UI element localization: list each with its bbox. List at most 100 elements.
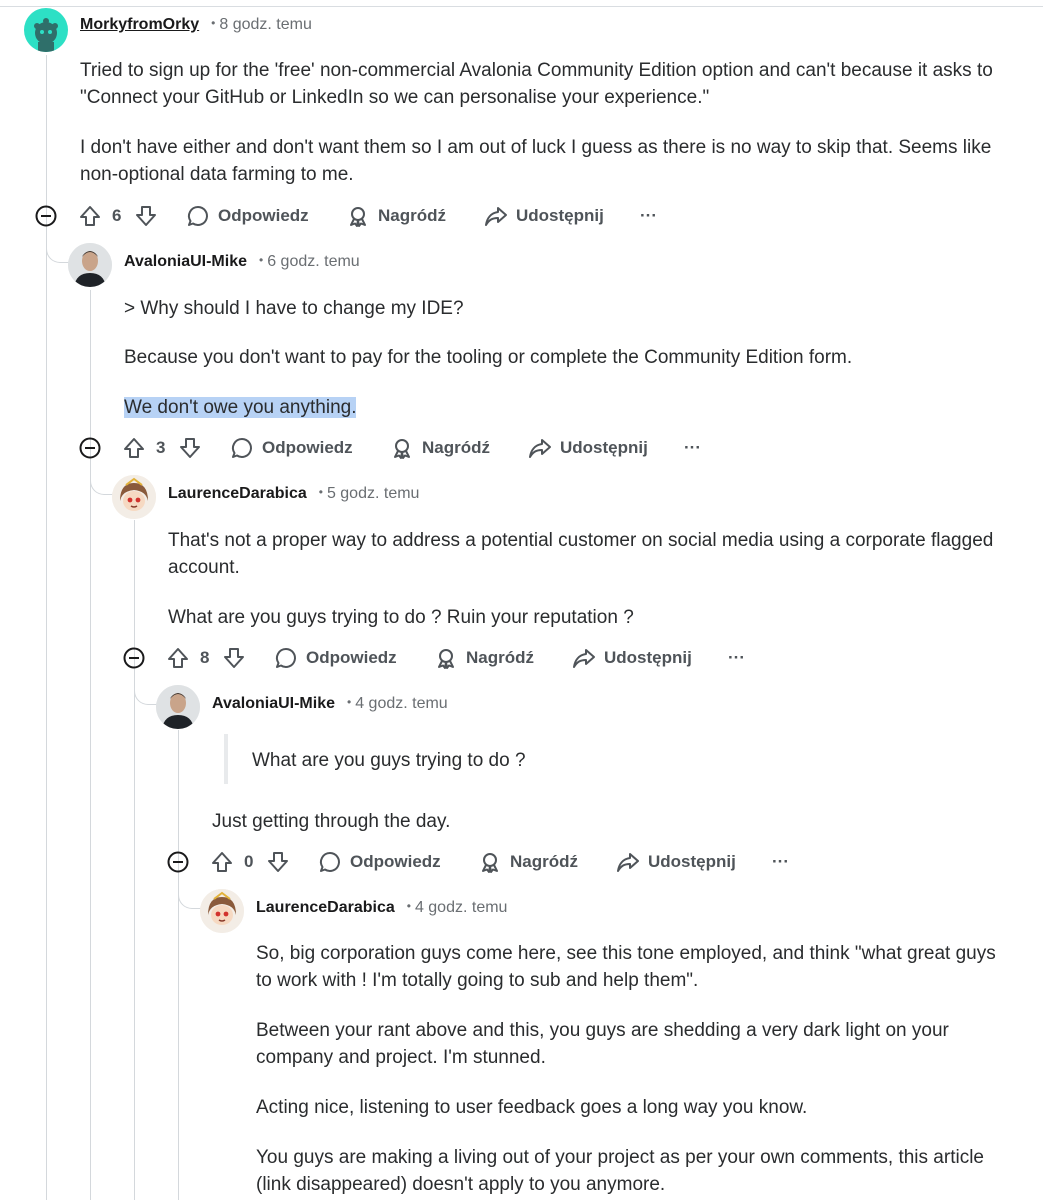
share-button[interactable]: Udostępnij [616, 847, 736, 877]
more-options-icon: ··· [640, 206, 657, 225]
award-button[interactable]: Nagródź [434, 643, 534, 673]
comment-paragraph: Acting nice, listening to user feedback … [256, 1097, 808, 1118]
more-options-icon: ··· [772, 852, 789, 871]
comment-header: LaurenceDarabica • 5 godz. temu [168, 485, 419, 503]
comment-paragraph: That's not a proper way to address a pot… [168, 530, 994, 578]
share-button[interactable]: Udostępnij [528, 433, 648, 463]
thread-line-level-1 [90, 290, 91, 1200]
upvote-button[interactable] [78, 201, 102, 231]
award-icon [482, 853, 498, 873]
comment-header: AvaloniaUI-Mike • 4 godz. temu [212, 695, 448, 713]
more-options-button[interactable]: ··· [728, 643, 745, 673]
avatar[interactable] [156, 685, 200, 729]
thread-connector [90, 478, 115, 495]
downvote-arrow-icon [136, 206, 156, 226]
award-button[interactable]: Nagródź [390, 433, 490, 463]
upvote-button[interactable] [166, 643, 190, 673]
timestamp[interactable]: • 8 godz. temu [199, 16, 312, 33]
downvote-button[interactable] [134, 201, 158, 231]
upvote-arrow-icon [168, 648, 188, 668]
share-button[interactable]: Udostępnij [484, 201, 604, 231]
username-link[interactable]: AvaloniaUI-Mike [124, 253, 247, 270]
share-arrow-icon [485, 207, 507, 226]
collapse-icon [167, 851, 189, 873]
comment-paragraph: We don't owe you anything. [124, 394, 1004, 421]
more-options-button[interactable]: ··· [772, 847, 789, 877]
vote-count: 3 [156, 438, 166, 457]
avatar[interactable] [112, 475, 156, 519]
downvote-button[interactable] [178, 433, 202, 463]
comment-paragraph: Tried to sign up for the 'free' non-comm… [80, 60, 993, 108]
collapse-button[interactable] [167, 847, 189, 877]
upvote-button[interactable] [210, 847, 234, 877]
avatar[interactable] [200, 889, 244, 933]
comment-paragraph: Just getting through the day. [212, 811, 451, 832]
username-link[interactable]: MorkyfromOrky [80, 16, 199, 33]
share-arrow-icon [529, 439, 551, 458]
award-icon [350, 207, 366, 227]
upvote-button[interactable] [122, 433, 146, 463]
collapse-button[interactable] [123, 643, 145, 673]
thread-connector [46, 246, 69, 263]
comment-paragraph: You guys are making a living out of your… [256, 1147, 984, 1195]
comment-paragraph: Between your rant above and this, you gu… [256, 1020, 949, 1068]
share-arrow-icon [617, 853, 639, 872]
reply-button[interactable]: Odpowiedz [186, 201, 309, 231]
thread-line-level-3 [178, 730, 179, 1200]
cartoon-avatar-icon [112, 475, 156, 519]
more-options-button[interactable]: ··· [640, 201, 657, 231]
comment-paragraph: Because you don't want to pay for the to… [124, 347, 853, 368]
snoo-icon [34, 18, 58, 52]
more-options-icon: ··· [684, 438, 701, 457]
downvote-arrow-icon [268, 852, 288, 872]
thread-connector [178, 892, 203, 909]
timestamp[interactable]: • 4 godz. temu [335, 695, 448, 712]
upvote-arrow-icon [80, 206, 100, 226]
upvote-arrow-icon [124, 438, 144, 458]
collapse-icon [123, 647, 145, 669]
more-options-icon: ··· [728, 648, 745, 667]
thread-connector [134, 688, 159, 705]
comment-paragraph: What are you guys trying to do ? Ruin yo… [168, 607, 634, 628]
comment-action-bar: 8 Odpowiedz Nagródź Udostępnij ··· [88, 643, 1043, 673]
username-link[interactable]: LaurenceDarabica [256, 899, 395, 916]
downvote-button[interactable] [266, 847, 290, 877]
avatar[interactable] [68, 243, 112, 287]
comment-paragraph: I don't have either and don't want them … [80, 137, 992, 185]
collapse-button[interactable] [79, 433, 101, 463]
comment-bubble-icon [187, 205, 208, 226]
avatar[interactable] [24, 8, 68, 52]
comment-header: MorkyfromOrky • 8 godz. temu [80, 16, 312, 34]
comment-bubble-icon [231, 437, 252, 458]
username-link[interactable]: AvaloniaUI-Mike [212, 695, 335, 712]
comment-action-bar: 3 Odpowiedz Nagródź Udostępnij ··· [44, 433, 1043, 463]
comment-bubble-icon [319, 851, 340, 872]
more-options-button[interactable]: ··· [684, 433, 701, 463]
comment-action-bar: 0 Odpowiedz Nagródź Udostępnij ··· [132, 847, 1043, 877]
selected-text: We don't owe you anything. [124, 397, 357, 418]
comment-bubble-icon [275, 647, 296, 668]
comment-paragraph: > Why should I have to change my IDE? [124, 298, 464, 319]
vote-count: 8 [200, 648, 210, 667]
downvote-button[interactable] [222, 643, 246, 673]
vote-count: 0 [244, 852, 254, 871]
timestamp[interactable]: • 4 godz. temu [395, 899, 508, 916]
timestamp[interactable]: • 5 godz. temu [307, 485, 420, 502]
downvote-arrow-icon [180, 438, 200, 458]
award-button[interactable]: Nagródź [478, 847, 578, 877]
user-photo-icon [156, 685, 200, 729]
share-button[interactable]: Udostępnij [572, 643, 692, 673]
award-icon [394, 439, 410, 459]
comment-paragraph: So, big corporation guys come here, see … [256, 943, 996, 991]
reply-button[interactable]: Odpowiedz [274, 643, 397, 673]
share-arrow-icon [573, 649, 595, 668]
comment-header: AvaloniaUI-Mike • 6 godz. temu [124, 253, 360, 271]
collapse-button[interactable] [35, 201, 57, 231]
comment-action-bar: 6 Odpowiedz Nagródź Udostępnij ··· [0, 201, 1043, 231]
reply-button[interactable]: Odpowiedz [318, 847, 441, 877]
reply-button[interactable]: Odpowiedz [230, 433, 353, 463]
username-link[interactable]: LaurenceDarabica [168, 485, 307, 502]
timestamp[interactable]: • 6 godz. temu [247, 253, 360, 270]
award-button[interactable]: Nagródź [346, 201, 446, 231]
top-divider [0, 6, 1043, 7]
